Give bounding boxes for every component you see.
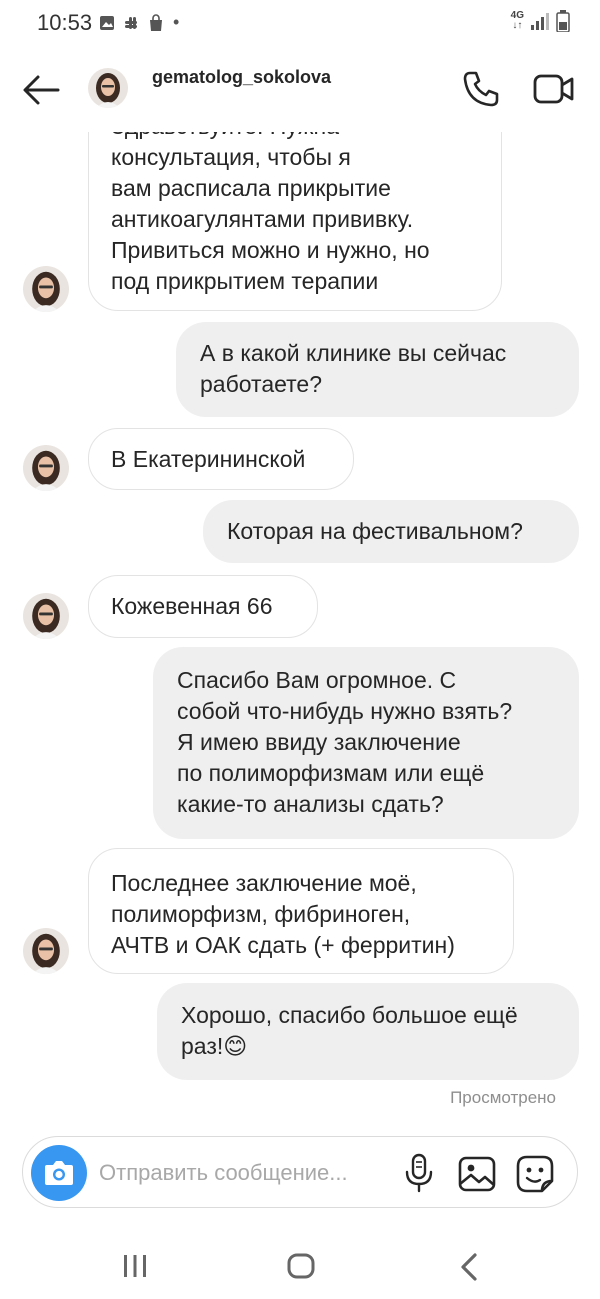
message-line: А в какой клинике вы сейчас [200, 340, 507, 366]
avatar-image [23, 593, 69, 639]
camera-button[interactable] [31, 1145, 87, 1201]
status-bar: 10:53 • 4G ↓↑ [0, 0, 600, 46]
chat-username[interactable]: gematolog_sokolova [152, 67, 331, 88]
message-line: антикоагулянтами прививку. [111, 206, 414, 232]
message-line: под прикрытием терапии [111, 268, 379, 294]
avatar[interactable] [23, 593, 69, 639]
network-indicator: 4G ↓↑ [510, 10, 524, 31]
avatar[interactable] [23, 266, 69, 312]
video-call-button[interactable] [533, 72, 575, 106]
message-line: по полиморфизмам или ещё [177, 760, 485, 786]
microphone-icon [405, 1153, 433, 1193]
voice-message-button[interactable] [403, 1153, 435, 1193]
message-line: Хорошо, спасибо большое ещё [181, 1002, 518, 1028]
home-icon [287, 1253, 315, 1279]
slack-icon [125, 16, 137, 29]
avatar-image [88, 68, 128, 108]
message-line: Последнее заключение моё, [111, 870, 417, 896]
message-composer [22, 1136, 578, 1208]
home-button[interactable] [286, 1252, 316, 1280]
message-line: Привиться можно и нужно, но [111, 237, 430, 263]
status-system-icons: 4G ↓↑ [511, 10, 570, 32]
status-time: 10:53 [37, 10, 93, 35]
nav-back-button[interactable] [456, 1252, 482, 1282]
back-icon [461, 1253, 477, 1281]
message-incoming[interactable]: Здравствуйте. Нужна консультация, чтобы … [88, 132, 502, 311]
message-line: вам расписала прикрытие [111, 175, 391, 201]
message-line: Здравствуйте. Нужна [111, 132, 479, 142]
battery-icon [556, 10, 570, 32]
chat-header: gematolog_sokolova [0, 46, 600, 132]
message-outgoing[interactable]: А в какой клинике вы сейчас работаете? [176, 322, 579, 417]
message-incoming[interactable]: Кожевенная 66 [88, 575, 318, 638]
status-notification-icons: • [99, 12, 179, 33]
message-line: раз!😊 [181, 1033, 248, 1059]
gallery-icon [100, 15, 114, 30]
camera-icon [45, 1161, 73, 1185]
avatar[interactable] [23, 928, 69, 974]
sticker-button[interactable] [515, 1154, 555, 1194]
message-line: какие-то анализы сдать? [177, 791, 444, 817]
message-outgoing[interactable]: Хорошо, спасибо большое ещё раз!😊 [157, 983, 579, 1080]
message-line: АЧТВ и ОАК сдать (+ ферритин) [111, 932, 455, 958]
message-input[interactable] [99, 1155, 399, 1191]
notification-dot: • [173, 12, 180, 32]
gallery-icon [458, 1156, 496, 1192]
message-line: В Екатерининской [111, 446, 306, 472]
avatar-image [23, 266, 69, 312]
message-line: полиморфизм, фибриноген, [111, 901, 411, 927]
avatar[interactable] [23, 445, 69, 491]
message-line: Я имею ввиду заключение [177, 729, 461, 755]
message-line: Которая на фестивальном? [227, 518, 523, 544]
message-thread[interactable]: Здравствуйте. Нужна консультация, чтобы … [0, 132, 600, 1122]
recent-apps-icon [124, 1255, 146, 1277]
sticker-icon [516, 1155, 554, 1193]
message-line: работаете? [200, 371, 322, 397]
avatar[interactable] [88, 68, 128, 108]
video-camera-icon [533, 74, 574, 104]
message-incoming[interactable]: В Екатерининской [88, 428, 354, 490]
message-line: Кожевенная 66 [111, 593, 273, 619]
avatar-image [23, 445, 69, 491]
avatar-image [23, 928, 69, 974]
message-outgoing[interactable]: Спасибо Вам огромное. С собой что-нибудь… [153, 647, 579, 839]
system-nav-bar [0, 1230, 600, 1299]
message-line: консультация, чтобы я [111, 144, 351, 170]
message-incoming[interactable]: Последнее заключение моё, полиморфизм, ф… [88, 848, 514, 974]
message-line: Спасибо Вам огромное. С [177, 667, 457, 693]
recent-apps-button[interactable] [120, 1254, 150, 1278]
message-outgoing[interactable]: Которая на фестивальном? [203, 500, 579, 563]
message-line: собой что-нибудь нужно взять? [177, 698, 513, 724]
shopping-bag-icon [150, 13, 162, 31]
back-button[interactable] [20, 72, 62, 108]
phone-icon [463, 71, 499, 107]
seen-status: Просмотрено [450, 1088, 556, 1107]
gallery-button[interactable] [457, 1155, 497, 1193]
back-arrow-icon [23, 75, 60, 105]
audio-call-button[interactable] [462, 70, 500, 108]
signal-icon [531, 13, 549, 30]
